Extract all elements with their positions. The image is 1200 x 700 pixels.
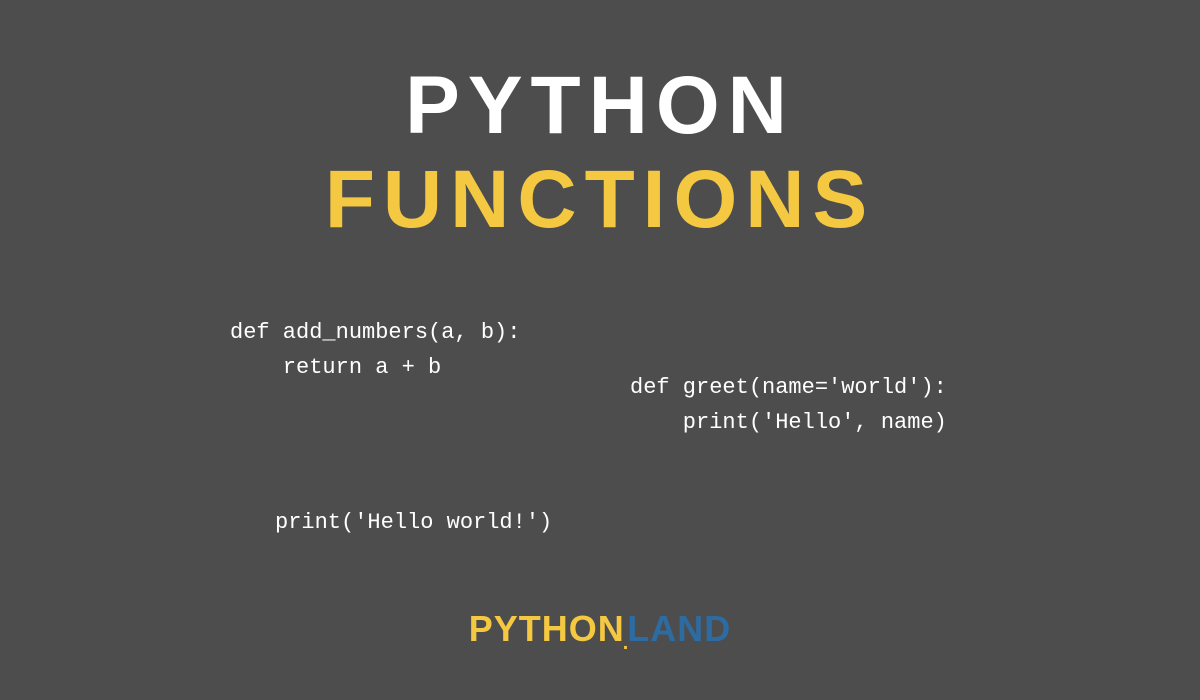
logo-dot: . [623,632,630,654]
footer-logo: PYTHON.LAND [469,608,732,650]
logo-text-python: PYTHON [469,608,625,649]
code-snippet-print: print('Hello world!') [275,505,552,540]
title-line-2: FUNCTIONS [0,159,1200,241]
title-line-1: PYTHON [0,65,1200,147]
logo-text-land: LAND [627,608,731,649]
title-container: PYTHON FUNCTIONS [0,0,1200,241]
code-snippet-greet: def greet(name='world'): print('Hello', … [630,370,947,440]
code-snippet-add-numbers: def add_numbers(a, b): return a + b [230,315,520,385]
